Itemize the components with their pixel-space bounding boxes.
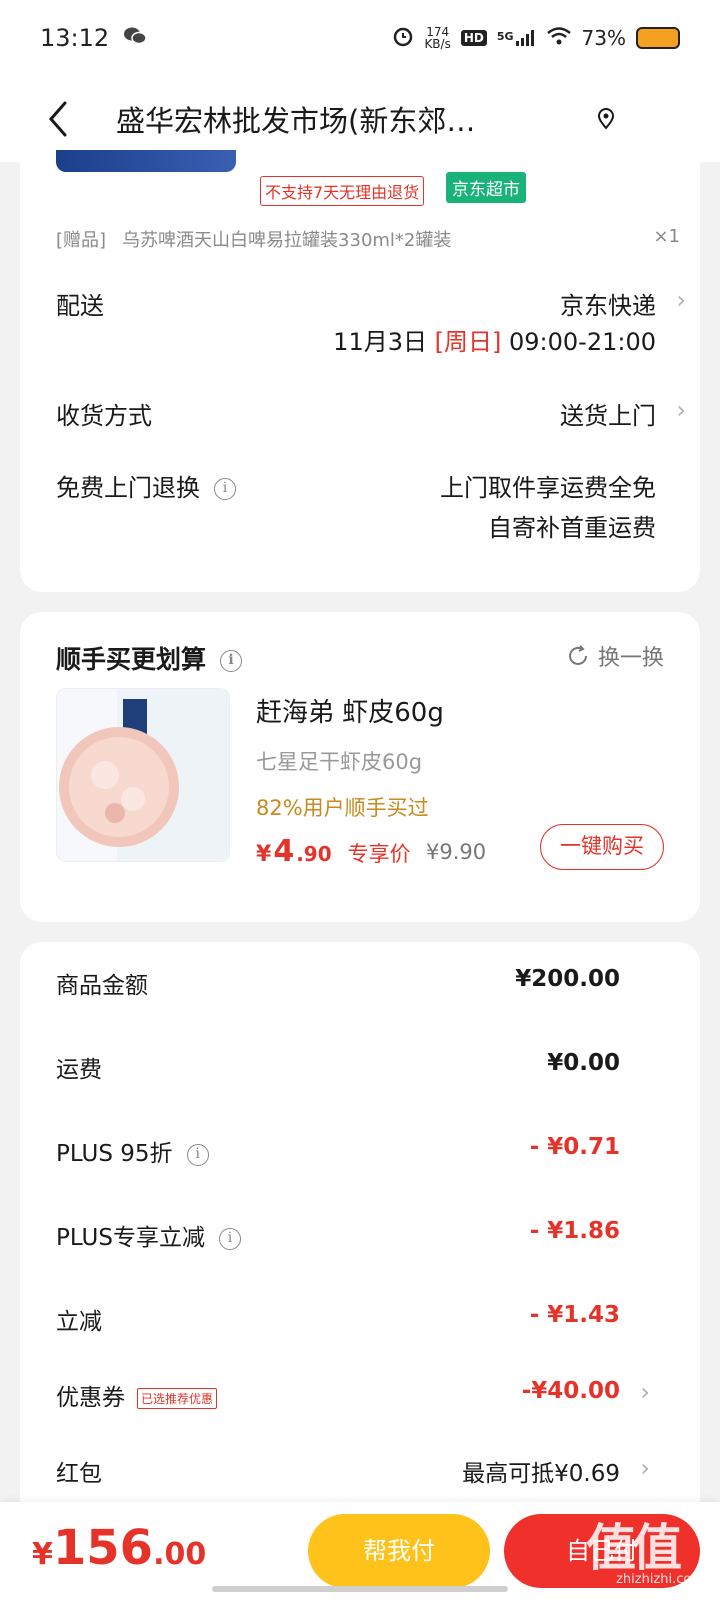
amount-row-plus-discount: PLUS 95折 i - ¥0.71 (56, 1134, 620, 1174)
amount-value: ¥200.00 (515, 966, 620, 992)
home-indicator[interactable] (212, 1586, 508, 1592)
page-title: 盛华宏林批发市场(新东郊… (116, 104, 476, 138)
receive-method-row[interactable]: 收货方式 送货上门 › (56, 396, 686, 432)
return-label: 免费上门退换 i (56, 468, 236, 503)
jd-supermarket-tag: 京东超市 (446, 172, 526, 203)
amount-label: 商品金额 (56, 973, 148, 999)
amount-label: PLUS 95折 i (56, 1134, 209, 1168)
return-label-text: 免费上门退换 (56, 474, 200, 502)
wechat-icon (123, 26, 147, 50)
price-label: 专享价 (347, 842, 411, 866)
receive-value: 送货上门 (560, 402, 656, 430)
alarm-icon (392, 25, 414, 52)
refresh-label: 换一换 (597, 646, 664, 671)
delivery-date: 11月3日 (333, 328, 427, 356)
chevron-right-icon: › (676, 286, 686, 314)
amount-label-text: 优惠券 (56, 1385, 125, 1411)
gift-tag: [赠品] (56, 230, 107, 251)
info-icon[interactable]: i (214, 478, 236, 500)
product-subtitle: 七星足干虾皮60g (256, 750, 423, 774)
speed-unit: KB/s (424, 37, 451, 51)
free-return-row: 免费上门退换 i 上门取件享运费全免 自寄补首重运费 (56, 468, 656, 548)
amount-row-reduction: 立减 - ¥1.43 (56, 1302, 620, 1342)
gift-quantity: ×1 (653, 226, 680, 247)
recommend-title-text: 顺手买更划算 (56, 645, 207, 674)
refresh-button[interactable]: 换一换 (566, 640, 664, 672)
shrimp-product-icon (59, 689, 229, 861)
gift-row: [赠品] 乌苏啤酒天山白啤易拉罐装330ml*2罐装 ×1 (56, 226, 680, 252)
original-price: ¥9.90 (426, 840, 487, 864)
chevron-right-icon: › (676, 396, 686, 424)
amount-row-coupon[interactable]: 优惠券 已选推荐优惠 -¥40.00 › (56, 1378, 650, 1418)
amount-label: 优惠券 已选推荐优惠 (56, 1378, 218, 1412)
amount-label-text: PLUS专享立减 (56, 1225, 205, 1251)
amount-row-shipping: 运费 ¥0.00 (56, 1050, 620, 1090)
promo-banner (56, 150, 236, 172)
location-pin-icon (597, 108, 615, 130)
chevron-right-icon: › (640, 1454, 650, 1482)
delivery-method: 京东快递 (560, 292, 656, 320)
amount-value: ¥0.00 (547, 1050, 620, 1076)
network-type: 5G (496, 30, 514, 43)
watermark-url: zhizhizhi.com (616, 1572, 704, 1587)
total-price: ¥ 156 .00 (32, 1520, 206, 1576)
amount-label: 运费 (56, 1057, 102, 1083)
total-integer: 156 (52, 1520, 154, 1576)
delivery-row[interactable]: 配送 京东快递 › 11月3日 [周日] 09:00-21:00 (56, 286, 686, 366)
price-integer: 4 (273, 834, 295, 869)
product-image[interactable] (56, 688, 230, 862)
delivery-label: 配送 (56, 292, 104, 320)
price-decimal: .90 (296, 842, 332, 866)
delivery-weekday: [周日] (434, 328, 502, 356)
wifi-icon (546, 26, 572, 51)
refresh-icon (569, 645, 587, 665)
recommend-card: 顺手买更划算 i 换一换 赶海弟 虾皮60g 七星足干虾皮60g 82%用户顺手买… (20, 612, 700, 922)
amount-value: -¥40.00 (521, 1378, 620, 1404)
total-decimal: .00 (153, 1537, 207, 1572)
chevron-left-icon (49, 101, 67, 137)
product-price: ¥ 4 .90 专享价 (256, 834, 411, 869)
amount-label: PLUS专享立减 i (56, 1218, 241, 1252)
amount-value: 最高可抵¥0.69 (462, 1461, 620, 1487)
amount-value: - ¥1.86 (529, 1218, 620, 1244)
network-speed: 174 KB/s (424, 26, 450, 50)
amount-value: - ¥0.71 (529, 1134, 620, 1160)
amount-row-red-packet[interactable]: 红包 最高可抵¥0.69 › (56, 1454, 650, 1494)
recommend-title: 顺手买更划算 i (56, 640, 243, 676)
delivery-time: 09:00-21:00 (509, 328, 656, 356)
product-name[interactable]: 赶海弟 虾皮60g (256, 692, 444, 729)
order-info-card: 不支持7天无理由退货 京东超市 [赠品] 乌苏啤酒天山白啤易拉罐装330ml*2… (20, 150, 700, 592)
price-symbol: ¥ (256, 842, 272, 867)
amount-label: 红包 (56, 1461, 102, 1487)
return-line2: 自寄补首重运费 (488, 514, 656, 542)
location-button[interactable] (586, 99, 626, 139)
coupon-tag: 已选推荐优惠 (137, 1388, 218, 1409)
product-buy-rate: 82%用户顺手买过 (256, 796, 429, 820)
help-me-pay-button[interactable]: 帮我付 (308, 1514, 490, 1588)
one-click-buy-button[interactable]: 一键购买 (540, 824, 664, 870)
signal-icon: 5G (497, 30, 536, 46)
chevron-right-icon: › (640, 1378, 650, 1406)
info-icon[interactable]: i (186, 1143, 209, 1166)
status-bar: 13:12 174 KB/s HD 5G 73% (0, 0, 720, 76)
status-time: 13:12 (40, 24, 110, 52)
battery-icon (636, 27, 680, 49)
no-return-tag: 不支持7天无理由退货 (260, 176, 425, 206)
total-symbol: ¥ (32, 1537, 53, 1572)
hd-badge: HD (460, 30, 487, 46)
amount-row-goods: 商品金额 ¥200.00 (56, 966, 620, 1006)
info-icon[interactable]: i (218, 1227, 241, 1250)
delivery-slot: 11月3日 [周日] 09:00-21:00 (333, 322, 656, 357)
amount-row-plus-reduction: PLUS专享立减 i - ¥1.86 (56, 1218, 620, 1258)
back-button[interactable] (28, 89, 88, 149)
amount-label-text: PLUS 95折 (56, 1141, 173, 1167)
gift-name: 乌苏啤酒天山白啤易拉罐装330ml*2罐装 (122, 230, 452, 251)
receive-label: 收货方式 (56, 402, 152, 430)
battery-percent: 73% (581, 26, 626, 50)
return-line1: 上门取件享运费全免 (440, 474, 656, 502)
amount-label: 立减 (56, 1309, 102, 1335)
amount-value: - ¥1.43 (529, 1302, 620, 1328)
info-icon[interactable]: i (220, 650, 243, 672)
